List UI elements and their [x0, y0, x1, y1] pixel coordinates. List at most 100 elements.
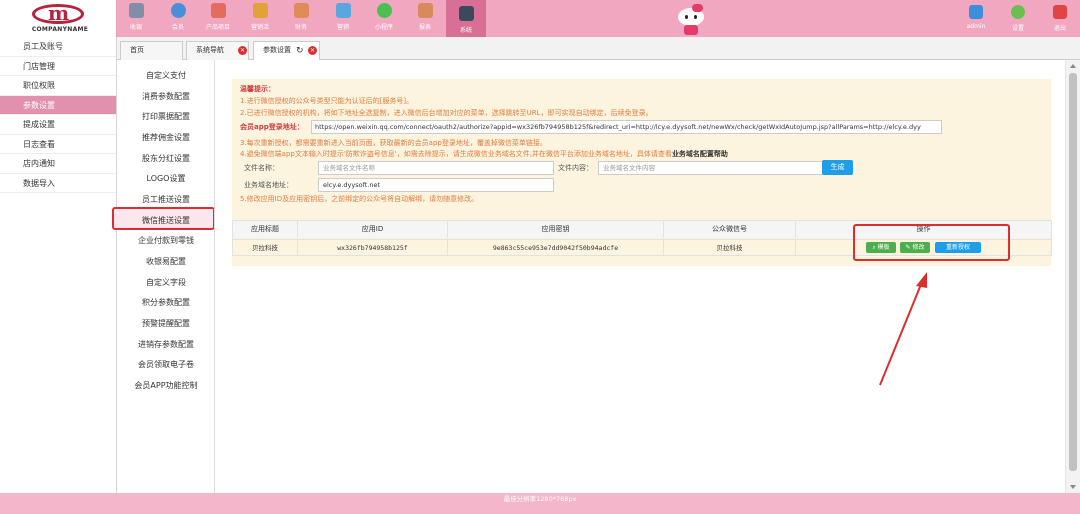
file-content-input[interactable]: 业务域名文件内容: [598, 161, 834, 175]
nav-member[interactable]: 会员: [158, 3, 198, 31]
cell-secret: 9e863c55ce953e7dd9042f50b94adcfe: [448, 239, 664, 256]
subnav-alert[interactable]: 预警提醒配置: [117, 318, 215, 329]
domain-help-link[interactable]: 业务域名配置帮助: [672, 150, 728, 158]
col-header-account: 公众微信号: [664, 221, 796, 238]
sidebar-item-notice[interactable]: 店内通知: [0, 154, 116, 174]
logout-button[interactable]: 退出: [1045, 5, 1075, 32]
refresh-icon[interactable]: ↻: [296, 43, 304, 60]
promotion-icon: [335, 3, 351, 18]
system-icon: [458, 6, 474, 21]
col-header-title: 应用标题: [233, 221, 298, 238]
nav-finance[interactable]: 财务: [281, 3, 321, 31]
report-icon: [417, 3, 433, 18]
file-content-label: 文件内容：: [558, 164, 593, 172]
scroll-down-icon[interactable]: [1070, 485, 1076, 489]
col-header-appid: 应用ID: [298, 221, 448, 238]
nav-report[interactable]: 报表: [405, 3, 445, 31]
domain-label: 业务域名地址：: [244, 181, 293, 189]
settings-button[interactable]: 设置: [1003, 5, 1033, 32]
left-sidebar: 员工及账号 门店管理 职位权限 参数设置 提成设置 日志查看 店内通知 数据导入: [0, 37, 117, 493]
subnav-payout[interactable]: 企业付款到零钱: [117, 235, 215, 246]
subnav-custom-field[interactable]: 自定义字段: [117, 277, 215, 288]
product-icon: [210, 3, 226, 18]
logout-label: 退出: [1053, 25, 1066, 32]
marketing-icon: [252, 3, 268, 18]
subnav-ecoupon[interactable]: 会员领取电子卷: [117, 359, 215, 370]
tip-line-3: 3.每次重新授权，都需要重新进入当前页面，获取最新的会员app登录地址，覆盖掉微…: [240, 139, 547, 147]
scroll-thumb[interactable]: [1069, 73, 1077, 471]
admin-user[interactable]: admin: [961, 5, 991, 30]
nav-mini-program[interactable]: 小程序: [364, 3, 404, 31]
nav-product[interactable]: 产品项目: [198, 3, 238, 31]
top-bar: COMPANYNAME 收银 会员 产品项目 营销活 财务 营销 小程序 报表 …: [0, 0, 1080, 37]
col-header-secret: 应用密钥: [448, 221, 664, 238]
sidebar-item-permissions[interactable]: 职位权限: [0, 76, 116, 96]
highlight-box-actions: [853, 224, 1010, 261]
sidebar-item-import[interactable]: 数据导入: [0, 174, 116, 193]
subnav-custom-pay[interactable]: 自定义支付: [117, 70, 215, 81]
nav-marketing-activity[interactable]: 营销活: [240, 3, 280, 31]
url-label: 会员app登录地址：: [240, 123, 304, 131]
nav-promotion[interactable]: 营销: [323, 3, 363, 31]
nav-label: 财务: [294, 24, 307, 31]
nav-label: 报表: [418, 24, 431, 31]
nav-cashier[interactable]: 收银: [116, 3, 156, 31]
company-logo[interactable]: COMPANYNAME: [0, 0, 117, 37]
vertical-scrollbar[interactable]: [1065, 60, 1080, 493]
cell-account: 贝拉科技: [664, 239, 796, 256]
nav-label: 营销活: [250, 24, 269, 31]
domain-input[interactable]: elcy.e.dyysoft.net: [318, 178, 554, 192]
subnav-wechat-push[interactable]: 微信推送设置: [117, 215, 215, 226]
sidebar-item-staff[interactable]: 员工及账号: [0, 37, 116, 57]
nav-label: 会员: [171, 24, 184, 31]
tips-title: 温馨提示：: [240, 85, 275, 93]
logout-icon: [1053, 5, 1067, 19]
tab-params[interactable]: 参数设置 ↻ ✕: [253, 41, 320, 61]
subnav-referral[interactable]: 推荐佣金设置: [117, 132, 215, 143]
tab-home[interactable]: 首页: [120, 41, 183, 60]
subnav-points[interactable]: 积分参数配置: [117, 297, 215, 308]
finance-icon: [293, 3, 309, 18]
file-name-input[interactable]: 业务域名文件名称: [318, 161, 554, 175]
admin-label: admin: [966, 23, 986, 30]
gear-icon: [1011, 5, 1025, 19]
member-icon: [170, 3, 186, 18]
member-app-url-input[interactable]: https://open.weixin.qq.com/connect/oauth…: [311, 120, 942, 134]
nav-system[interactable]: 系统: [446, 0, 486, 37]
nav-label: 营销: [336, 24, 349, 31]
tip-line-2: 2.已进行微信授权的机构，将如下地址全选复制，进入微信后台增加对应的菜单，选择跳…: [240, 109, 653, 117]
tip-line-4-text: 4.避免微信端app文本输入时提示'防欺诈盗号信息'，如需去除提示，请生成微信业…: [240, 150, 672, 158]
sidebar-item-logs[interactable]: 日志查看: [0, 135, 116, 154]
nav-label: 产品项目: [205, 24, 230, 31]
cashier-icon: [128, 3, 144, 18]
tip-line-1: 1.进行微信授权的公众号类型只能为认证后的[服务号]。: [240, 97, 414, 105]
tip-line-5: 5.修改应用ID及应用密钥后，之前绑定的公众号将自动解绑，请勿随意修改。: [240, 195, 479, 203]
subnav-dividend[interactable]: 股东分红设置: [117, 153, 215, 164]
sidebar-item-params[interactable]: 参数设置: [0, 95, 116, 115]
subnav-logo[interactable]: LOGO设置: [117, 173, 215, 184]
main-content: 温馨提示： 1.进行微信授权的公众号类型只能为认证后的[服务号]。 2.已进行微…: [215, 60, 1065, 493]
close-icon[interactable]: ✕: [238, 46, 247, 55]
nav-label: 收银: [129, 24, 142, 31]
subnav-print[interactable]: 打印票据配置: [117, 111, 215, 122]
subnav-inventory[interactable]: 进销存参数配置: [117, 339, 215, 350]
footer-bar: 最佳分辨率1280*768px: [0, 493, 1080, 514]
scroll-up-icon[interactable]: [1070, 64, 1076, 68]
file-name-label: 文件名称：: [244, 164, 279, 172]
tab-label: 参数设置: [263, 46, 291, 54]
footer-text: 最佳分辨率1280*768px: [503, 495, 577, 503]
sidebar-item-stores[interactable]: 门店管理: [0, 57, 116, 76]
tab-label: 首页: [130, 46, 144, 54]
tip-line-4: 4.避免微信端app文本输入时提示'防欺诈盗号信息'，如需去除提示，请生成微信业…: [240, 149, 728, 159]
cell-appid: wx326fb794958b125f: [298, 239, 448, 256]
tab-system-nav[interactable]: 系统导航 ✕: [186, 41, 249, 60]
close-icon[interactable]: ✕: [308, 46, 317, 55]
subnav-consume[interactable]: 消费参数配置: [117, 91, 215, 102]
cell-title: 贝拉科技: [233, 239, 298, 256]
generate-button[interactable]: 生成: [822, 160, 853, 175]
subnav-staff-push[interactable]: 员工推送设置: [117, 194, 215, 205]
sidebar-item-commission[interactable]: 提成设置: [0, 115, 116, 135]
subnav-member-app[interactable]: 会员APP功能控制: [117, 380, 215, 391]
subnav-cashier-easy[interactable]: 收银易配置: [117, 256, 215, 267]
user-icon: [969, 5, 983, 19]
